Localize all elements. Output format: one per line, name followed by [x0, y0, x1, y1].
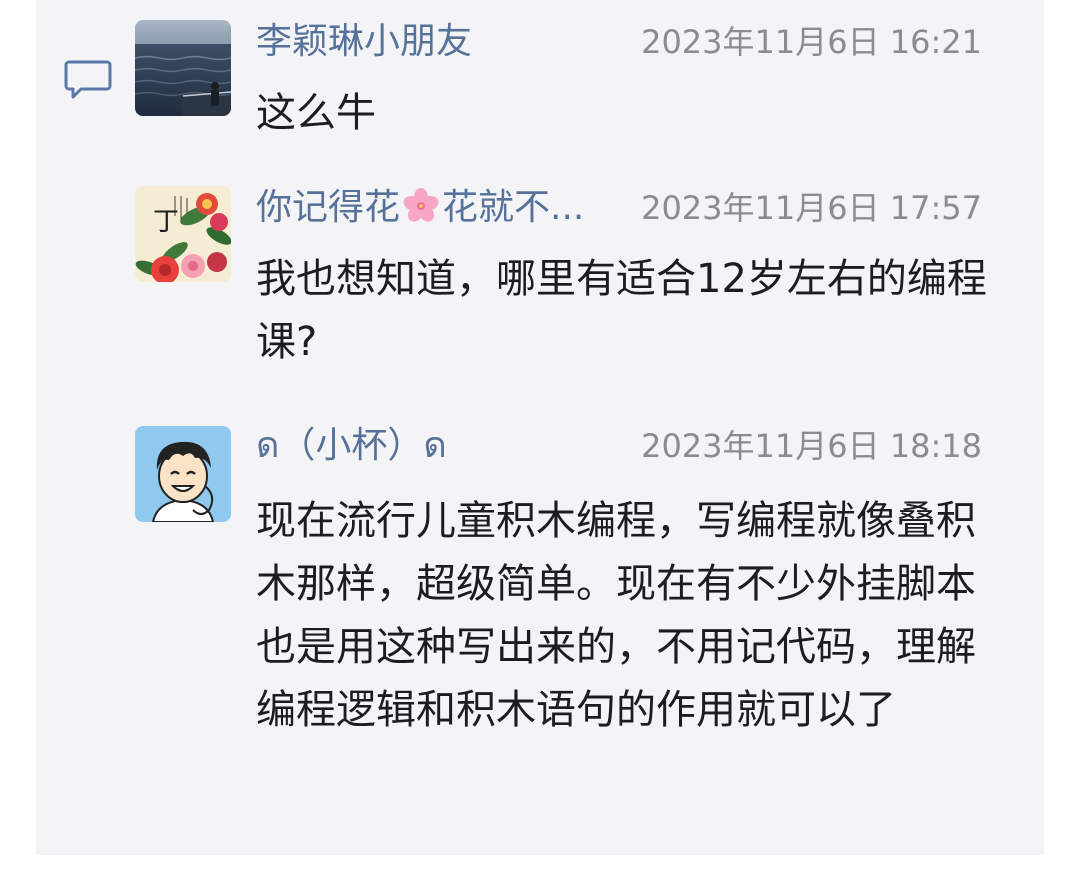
comment-timestamp: 2023年11月6日 16:21 — [641, 23, 982, 61]
cherry-blossom-icon — [402, 187, 440, 225]
comment-bubble-icon[interactable] — [64, 58, 112, 100]
comment-timestamp: 2023年11月6日 18:18 — [641, 427, 982, 465]
sea-photo-avatar[interactable] — [135, 20, 231, 116]
comment-username[interactable]: ด（小杯）ด — [256, 424, 447, 468]
comment-username[interactable]: 李颖琳小朋友 — [256, 20, 472, 64]
comment-content: 我也想知道，哪里有适合12岁左右的编程课? — [256, 256, 987, 365]
comment-content: 现在流行儿童积木编程，写编程就像叠积木那样，超级简单。现在有不少外挂脚本也是用这… — [256, 498, 976, 733]
comment-timestamp: 2023年11月6日 17:57 — [641, 189, 982, 227]
comment-username[interactable]: 你记得花 花就不... — [256, 186, 584, 230]
cartoon-boy-avatar[interactable] — [135, 426, 231, 522]
comment-content: 这么牛 — [256, 90, 376, 136]
svg-text:丁: 丁 — [153, 207, 179, 237]
peony-painting-avatar[interactable]: 丁 — [135, 186, 231, 282]
